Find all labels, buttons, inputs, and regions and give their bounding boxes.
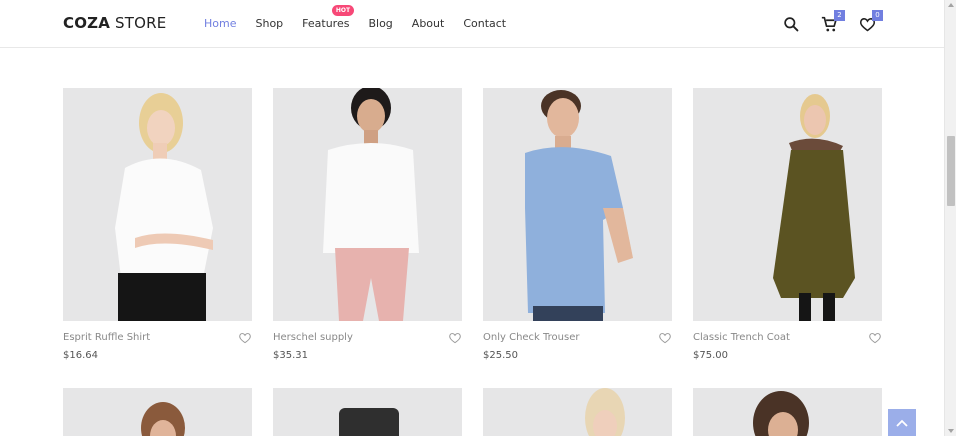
product-photo-blonde-woman <box>483 388 672 436</box>
scrollbar-thumb[interactable] <box>947 136 955 206</box>
heart-icon[interactable] <box>658 332 672 344</box>
product-card[interactable] <box>483 388 672 436</box>
product-image[interactable] <box>693 388 882 436</box>
product-image[interactable] <box>63 388 252 436</box>
product-image[interactable] <box>693 88 882 321</box>
product-photo-woman <box>63 388 252 436</box>
wishlist-button[interactable]: 0 <box>857 10 883 34</box>
product-photo-woman-white-tee <box>63 88 252 321</box>
product-name[interactable]: Esprit Ruffle Shirt <box>63 332 150 343</box>
product-photo-woman-trench-coat <box>693 88 882 321</box>
nav-blog[interactable]: Blog <box>368 17 392 30</box>
heart-icon[interactable] <box>448 332 462 344</box>
product-name[interactable]: Only Check Trouser <box>483 332 579 343</box>
wishlist-count-badge: 0 <box>872 10 883 21</box>
nav-features[interactable]: Features <box>302 17 349 30</box>
product-price: $35.31 <box>273 350 308 361</box>
product-card[interactable]: Esprit Ruffle Shirt $16.64 <box>63 88 252 361</box>
product-image[interactable] <box>273 388 462 436</box>
product-card[interactable] <box>273 388 462 436</box>
cart-count-badge: 2 <box>834 10 845 21</box>
search-icon <box>783 16 798 31</box>
product-card[interactable]: Herschel supply $35.31 <box>273 88 462 361</box>
heart-icon[interactable] <box>238 332 252 344</box>
product-image[interactable] <box>483 88 672 321</box>
scroll-up-arrow[interactable] <box>948 3 954 7</box>
product-photo-backpack <box>273 388 462 436</box>
cart-button[interactable]: 2 <box>819 10 845 34</box>
nav-shop[interactable]: Shop <box>255 17 283 30</box>
heart-icon[interactable] <box>868 332 882 344</box>
nav-about[interactable]: About <box>412 17 445 30</box>
product-image[interactable] <box>63 88 252 321</box>
product-price: $75.00 <box>693 350 728 361</box>
product-image[interactable] <box>273 88 462 321</box>
search-button[interactable] <box>781 14 801 34</box>
main-nav: Home Shop Features Blog About Contact <box>204 17 525 30</box>
site-logo[interactable]: COZA STORE <box>63 14 166 32</box>
product-photo-woman-white-shirt <box>273 88 462 321</box>
chevron-up-icon <box>896 419 908 427</box>
product-image[interactable] <box>483 388 672 436</box>
page-scrollbar[interactable] <box>944 0 956 436</box>
product-name[interactable]: Classic Trench Coat <box>693 332 790 343</box>
product-photo-woman-sunglasses <box>693 388 882 436</box>
product-card[interactable] <box>63 388 252 436</box>
product-card[interactable]: Only Check Trouser $25.50 <box>483 88 672 361</box>
nav-home[interactable]: Home <box>204 17 236 30</box>
product-card[interactable]: Classic Trench Coat $75.00 <box>693 88 882 361</box>
product-name[interactable]: Herschel supply <box>273 332 353 343</box>
site-header: COZA STORE Home Shop Features Blog About… <box>0 0 944 48</box>
scroll-down-arrow[interactable] <box>948 429 954 433</box>
nav-contact[interactable]: Contact <box>463 17 506 30</box>
product-card[interactable] <box>693 388 882 436</box>
hot-badge: HOT <box>332 5 354 16</box>
product-photo-man-check-shirt <box>483 88 672 321</box>
product-price: $16.64 <box>63 350 98 361</box>
product-price: $25.50 <box>483 350 518 361</box>
back-to-top-button[interactable] <box>888 409 916 436</box>
